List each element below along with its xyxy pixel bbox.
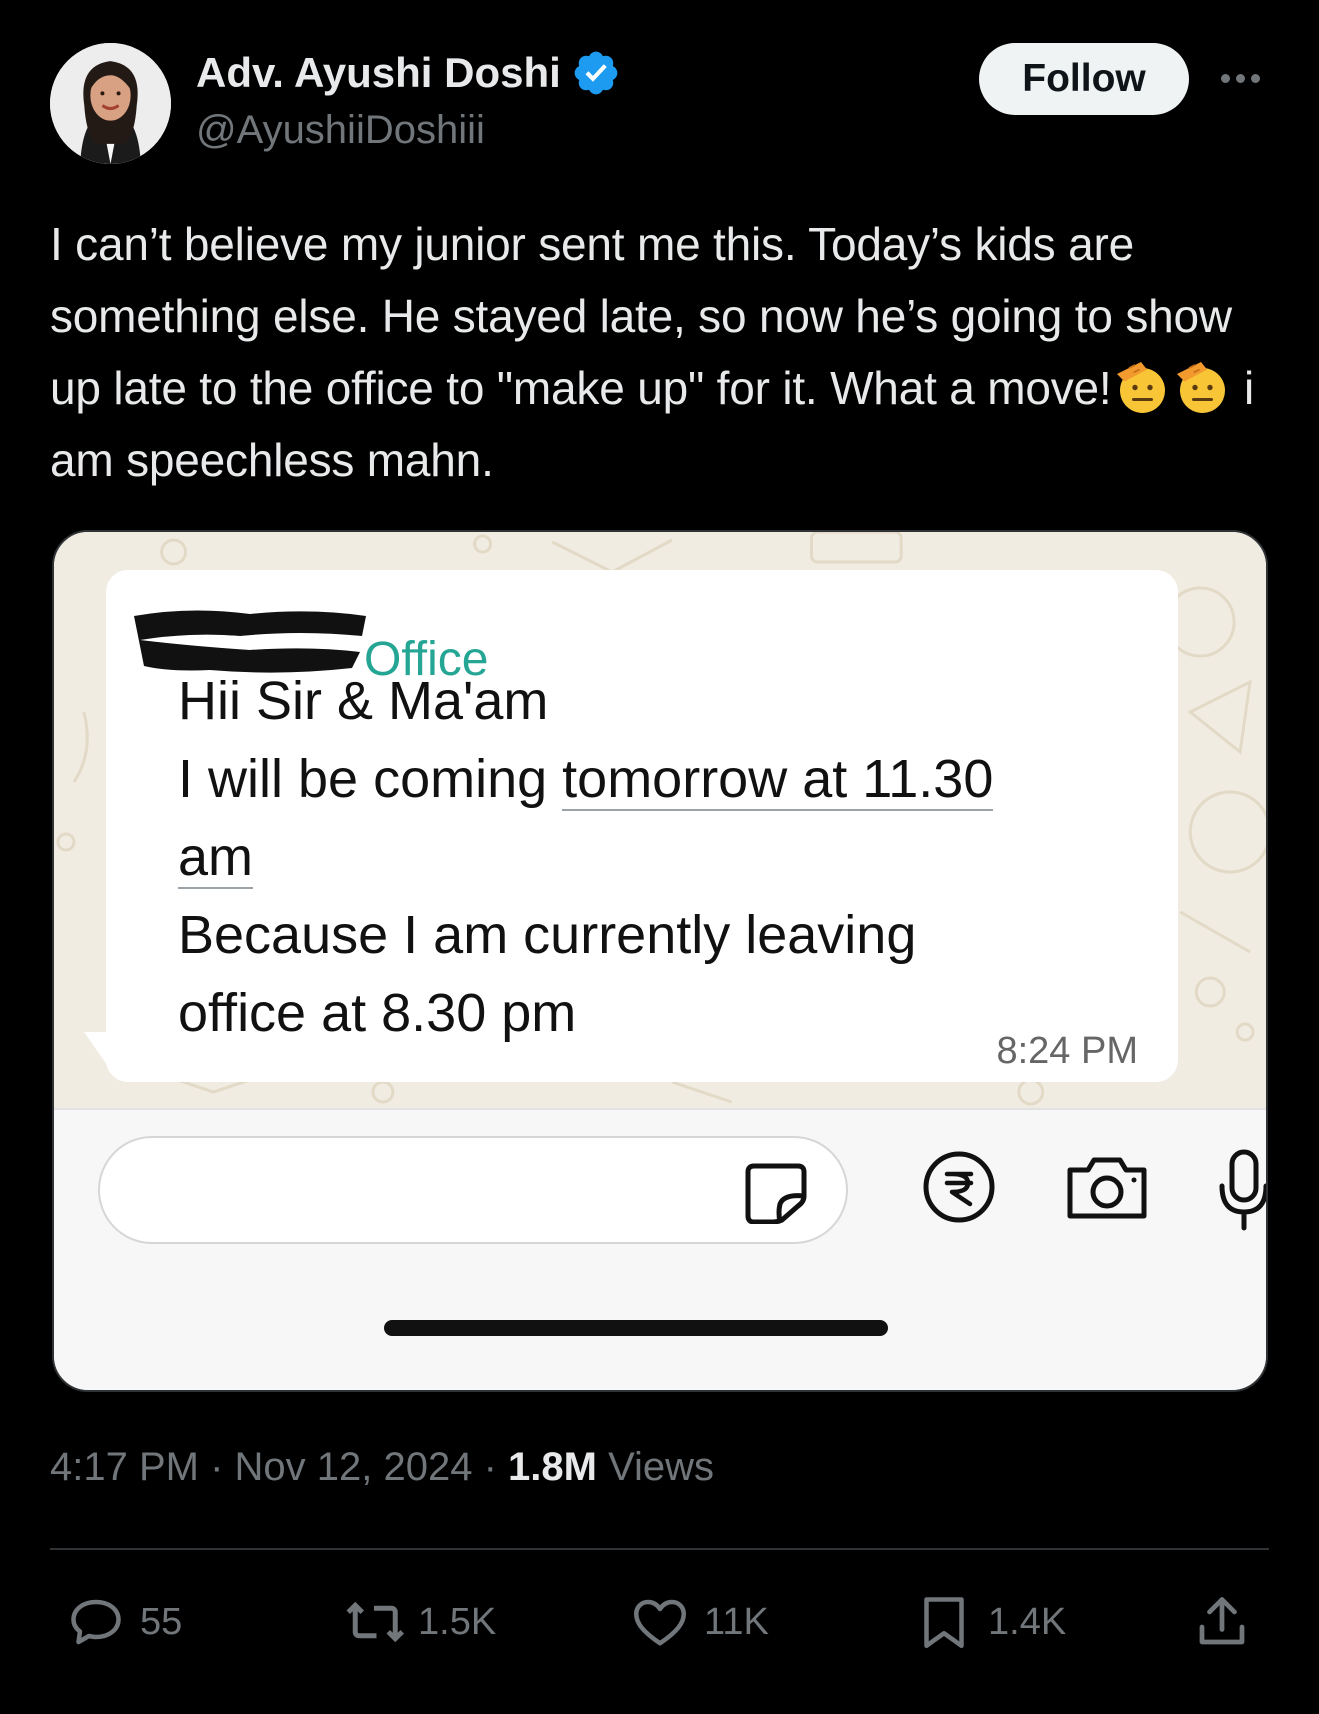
message-timestamp: 8:24 PM — [996, 1030, 1138, 1072]
repost-count: 1.5K — [418, 1600, 497, 1643]
sticker-icon[interactable] — [744, 1162, 808, 1224]
tweet-date[interactable]: Nov 12, 2024 — [235, 1445, 473, 1489]
display-name[interactable]: Adv. Ayushi Doshi — [196, 48, 621, 98]
message-line-1: Hii Sir & Ma'am — [178, 671, 549, 731]
avatar[interactable] — [50, 43, 171, 164]
bookmark-count: 1.4K — [988, 1600, 1067, 1643]
divider — [50, 1548, 1269, 1550]
tweet-text-main: I can’t believe my junior sent me this. … — [50, 218, 1232, 414]
verified-badge-icon[interactable] — [571, 48, 621, 98]
user-handle[interactable]: @AyushiiDoshiii — [196, 108, 485, 153]
message-input[interactable] — [98, 1136, 848, 1244]
views-label: Views — [608, 1445, 715, 1489]
saluting-face-emoji-icon — [1171, 356, 1231, 416]
tweet-media-image[interactable]: Office Hii Sir & Ma'am I will be coming … — [52, 530, 1268, 1392]
tweet-time[interactable]: 4:17 PM — [50, 1445, 199, 1489]
share-icon — [1199, 1597, 1245, 1645]
repost-icon — [346, 1601, 404, 1643]
bookmark-icon — [924, 1597, 964, 1648]
reply-icon — [71, 1599, 121, 1645]
share-button[interactable] — [1192, 1592, 1252, 1652]
repost-button[interactable]: 1.5K — [344, 1592, 496, 1652]
message-line-2-text: I will be coming — [178, 749, 563, 809]
heart-icon — [634, 1599, 686, 1646]
home-indicator — [384, 1320, 888, 1336]
reply-count: 55 — [140, 1600, 183, 1643]
tweet-text: I can’t believe my junior sent me this. … — [50, 208, 1280, 496]
bookmark-button[interactable]: 1.4K — [914, 1592, 1066, 1652]
microphone-icon[interactable] — [1216, 1148, 1268, 1232]
message-line-3: am — [178, 826, 254, 889]
chat-message-bubble[interactable]: Office Hii Sir & Ma'am I will be coming … — [106, 570, 1178, 1082]
message-line-5: office at 8.30 pm — [178, 983, 577, 1043]
camera-icon[interactable] — [1064, 1152, 1150, 1222]
rupee-payment-icon[interactable] — [922, 1150, 996, 1224]
display-name-text[interactable]: Adv. Ayushi Doshi — [196, 49, 561, 97]
message-line-4: Because I am currently leaving — [178, 905, 917, 965]
date-link-continued[interactable]: am — [178, 827, 254, 889]
more-options-icon[interactable] — [1215, 66, 1265, 90]
like-button[interactable]: 11K — [630, 1592, 769, 1652]
views-count: 1.8M — [508, 1445, 597, 1489]
message-line-2: I will be coming tomorrow at 11.30 — [178, 748, 994, 811]
follow-button[interactable]: Follow — [979, 43, 1189, 115]
date-link[interactable]: tomorrow at 11.30 — [562, 749, 994, 811]
saluting-face-emoji-icon — [1111, 356, 1171, 416]
chat-input-bar — [54, 1108, 1268, 1390]
like-count: 11K — [704, 1600, 769, 1643]
tweet-page: Adv. Ayushi Doshi @AyushiiDoshiii Follow… — [0, 0, 1319, 1714]
redaction-scribble — [134, 610, 366, 673]
tweet-meta: 4:17 PM · Nov 12, 2024 · 1.8M Views — [50, 1445, 715, 1489]
reply-button[interactable]: 55 — [66, 1592, 182, 1652]
